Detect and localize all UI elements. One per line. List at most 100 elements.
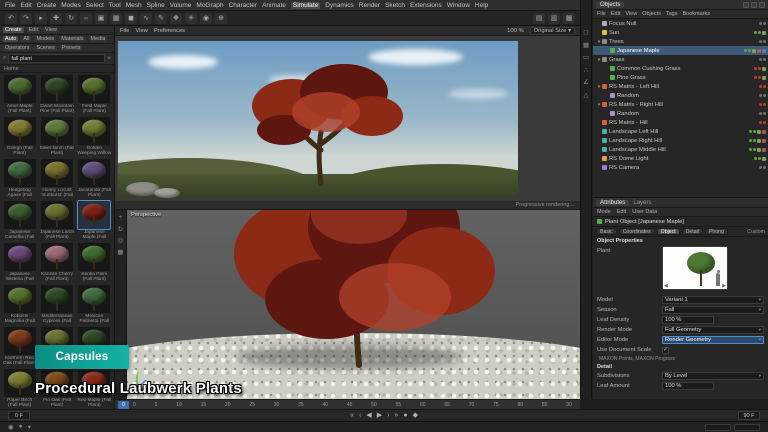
next-key-icon[interactable]: ›	[387, 412, 389, 419]
redo-icon[interactable]: ↷	[20, 13, 32, 24]
menu-modes[interactable]: Modes	[61, 2, 81, 9]
menu-help[interactable]: Help	[475, 2, 488, 9]
asset-tab-create[interactable]: Create	[3, 27, 24, 33]
visibility-dot[interactable]	[744, 49, 747, 52]
attr-menu-user-data[interactable]: User Data	[632, 209, 657, 215]
render-dot[interactable]	[763, 22, 766, 25]
asset-tab-view[interactable]: View	[43, 27, 59, 33]
menu-tool[interactable]: Tool	[109, 2, 121, 9]
menu-sketch[interactable]: Sketch	[385, 2, 405, 9]
asset-item-japanese-camellia-fall-plant[interactable]: Japanese Camellia (Fall Plant)	[2, 201, 37, 241]
attr-tab-object[interactable]: Object	[657, 228, 680, 235]
asset-item-honey-locust-sunburst-fall-plant[interactable]: Honey Locust 'Sunburst' (Fall Plant)	[39, 159, 74, 199]
render-menu-preferences[interactable]: Preferences	[154, 28, 185, 34]
object-row-landscape-left-hill[interactable]: Landscape Left Hill	[593, 127, 768, 136]
asset-item-mexican-palmetto-fall-plant[interactable]: Mexican Palmetto (Fall Plant)	[77, 285, 112, 325]
frame-tick[interactable]: 60	[420, 402, 426, 408]
pan-icon[interactable]: +	[119, 215, 123, 222]
asset-item-japanese-larch-fall-plant[interactable]: Japanese Larch (Fall Plant)	[39, 201, 74, 241]
zoom-icon[interactable]: ◎	[118, 238, 124, 245]
asset-item-kanzan-cherry-fall-plant[interactable]: Kanzan Cherry (Fall Plant)	[39, 243, 74, 283]
render-dot[interactable]	[753, 130, 756, 133]
attr-menu-mode[interactable]: Mode	[597, 209, 611, 215]
visibility-dot[interactable]	[754, 67, 757, 70]
menu-render[interactable]: Render	[359, 2, 380, 9]
cube-icon[interactable]: ◼	[125, 13, 137, 24]
asset-item-amur-maple-fall-plant[interactable]: Amur Maple (Fall Plant)	[2, 75, 37, 115]
visibility-dot[interactable]	[759, 22, 762, 25]
tab-layers[interactable]: Layers	[633, 200, 651, 206]
attr-tab-basic[interactable]: Basic	[596, 228, 617, 235]
asset-item-kobushi-magnolia-fall-plant[interactable]: Kobushi Magnolia (Fall Plant)	[2, 285, 37, 325]
tag-icon[interactable]	[762, 157, 766, 161]
orbit-icon[interactable]: ↻	[118, 227, 123, 234]
render-dot[interactable]	[763, 121, 766, 124]
asset-item-hedgehog-agave-fall-plant[interactable]: Hedgehog Agave (Fall Plant)	[2, 159, 37, 199]
timeline-ruler[interactable]: 0 051015202530354045505560657075808590	[115, 399, 580, 409]
asset-item-paper-birch-fall-plant[interactable]: Paper Birch (Fall Plant)	[2, 369, 37, 409]
tag-icon[interactable]	[762, 76, 766, 80]
asset-filter-auto[interactable]: Auto	[3, 36, 18, 42]
frame-tick[interactable]: 40	[322, 402, 328, 408]
tab-objects[interactable]: Objects	[596, 2, 624, 8]
render-menu-view[interactable]: View	[135, 28, 147, 34]
visibility-dot[interactable]	[754, 76, 757, 79]
frame-tick[interactable]: 85	[542, 402, 548, 408]
asset-item-kentia-palm-fall-plant[interactable]: Kentia Palm (Fall Plant)	[77, 243, 112, 283]
dropdown-model[interactable]: Variant 1▾	[662, 296, 764, 304]
frame-tick[interactable]: 55	[396, 402, 402, 408]
frame-tick[interactable]: 30	[274, 402, 280, 408]
visibility-dot[interactable]	[759, 58, 762, 61]
tag-icon[interactable]	[762, 130, 766, 134]
texture-mode-icon[interactable]: ▦	[583, 43, 589, 50]
select-icon[interactable]: ▸	[35, 13, 47, 24]
frame-tick[interactable]: 75	[493, 402, 499, 408]
objects-menu-edit[interactable]: Edit	[611, 11, 620, 17]
object-row-japanese-maple[interactable]: Japanese Maple	[593, 46, 768, 55]
views-icon[interactable]: ▦	[117, 250, 123, 257]
frame-tick[interactable]: 25	[249, 402, 255, 408]
asset-subtab-operators[interactable]: Operators	[3, 45, 31, 51]
goto-start-icon[interactable]: «	[350, 412, 354, 419]
object-row-random[interactable]: Random	[593, 91, 768, 100]
visibility-dot[interactable]	[749, 148, 752, 151]
menu-extensions[interactable]: Extensions	[410, 2, 442, 9]
frame-tick[interactable]: 35	[298, 402, 304, 408]
render-view-icon[interactable]: ▣	[95, 13, 107, 24]
tag-icon[interactable]	[757, 148, 761, 152]
frame-tick[interactable]: 20	[225, 402, 231, 408]
render-dot[interactable]	[758, 76, 761, 79]
minimize-icon[interactable]	[743, 2, 749, 8]
object-row-rs-matrix-hill[interactable]: RS Matrix - Hill	[593, 118, 768, 127]
object-row-pine-grass[interactable]: Pine Grass	[593, 73, 768, 82]
render-dot[interactable]	[758, 31, 761, 34]
render-dot[interactable]	[763, 94, 766, 97]
object-row-focus-null[interactable]: Focus Null	[593, 19, 768, 28]
tag-icon[interactable]	[752, 49, 756, 53]
render-dot[interactable]	[763, 166, 766, 169]
objects-menu-tags[interactable]: Tags	[666, 11, 678, 17]
maximize-icon[interactable]	[751, 2, 757, 8]
render-dot[interactable]	[763, 85, 766, 88]
objects-menu-file[interactable]: File	[597, 11, 606, 17]
close-icon[interactable]	[759, 2, 765, 8]
render-size-dropdown[interactable]: Original Size ▾	[530, 27, 575, 35]
menu-dynamics[interactable]: Dynamics	[325, 2, 354, 9]
tag-icon[interactable]	[762, 31, 766, 35]
plant-preview[interactable]: ◀ ▶	[662, 246, 728, 290]
asset-item-silver-birch-fall-plant[interactable]: Silver Birch (Fall Plant)	[39, 117, 74, 157]
render-dot[interactable]	[763, 40, 766, 43]
render-settings-icon[interactable]: ▦	[110, 13, 122, 24]
environment-icon[interactable]: ⊕	[215, 13, 227, 24]
attr-tab-phong[interactable]: Phong	[705, 228, 728, 235]
model-mode-icon[interactable]: ◻	[583, 30, 588, 37]
render-dot[interactable]	[758, 157, 761, 160]
perspective-viewport[interactable]: Perspective RS Camera	[127, 210, 580, 399]
polygons-mode-icon[interactable]: △	[584, 93, 589, 100]
prev-variant-icon[interactable]: ◀	[664, 283, 668, 289]
render-dot[interactable]	[763, 103, 766, 106]
asset-filter-media[interactable]: Media	[89, 36, 108, 42]
frame-tick[interactable]: 10	[176, 402, 182, 408]
frame-tick[interactable]: 15	[201, 402, 207, 408]
render-menu-file[interactable]: File	[120, 28, 129, 34]
